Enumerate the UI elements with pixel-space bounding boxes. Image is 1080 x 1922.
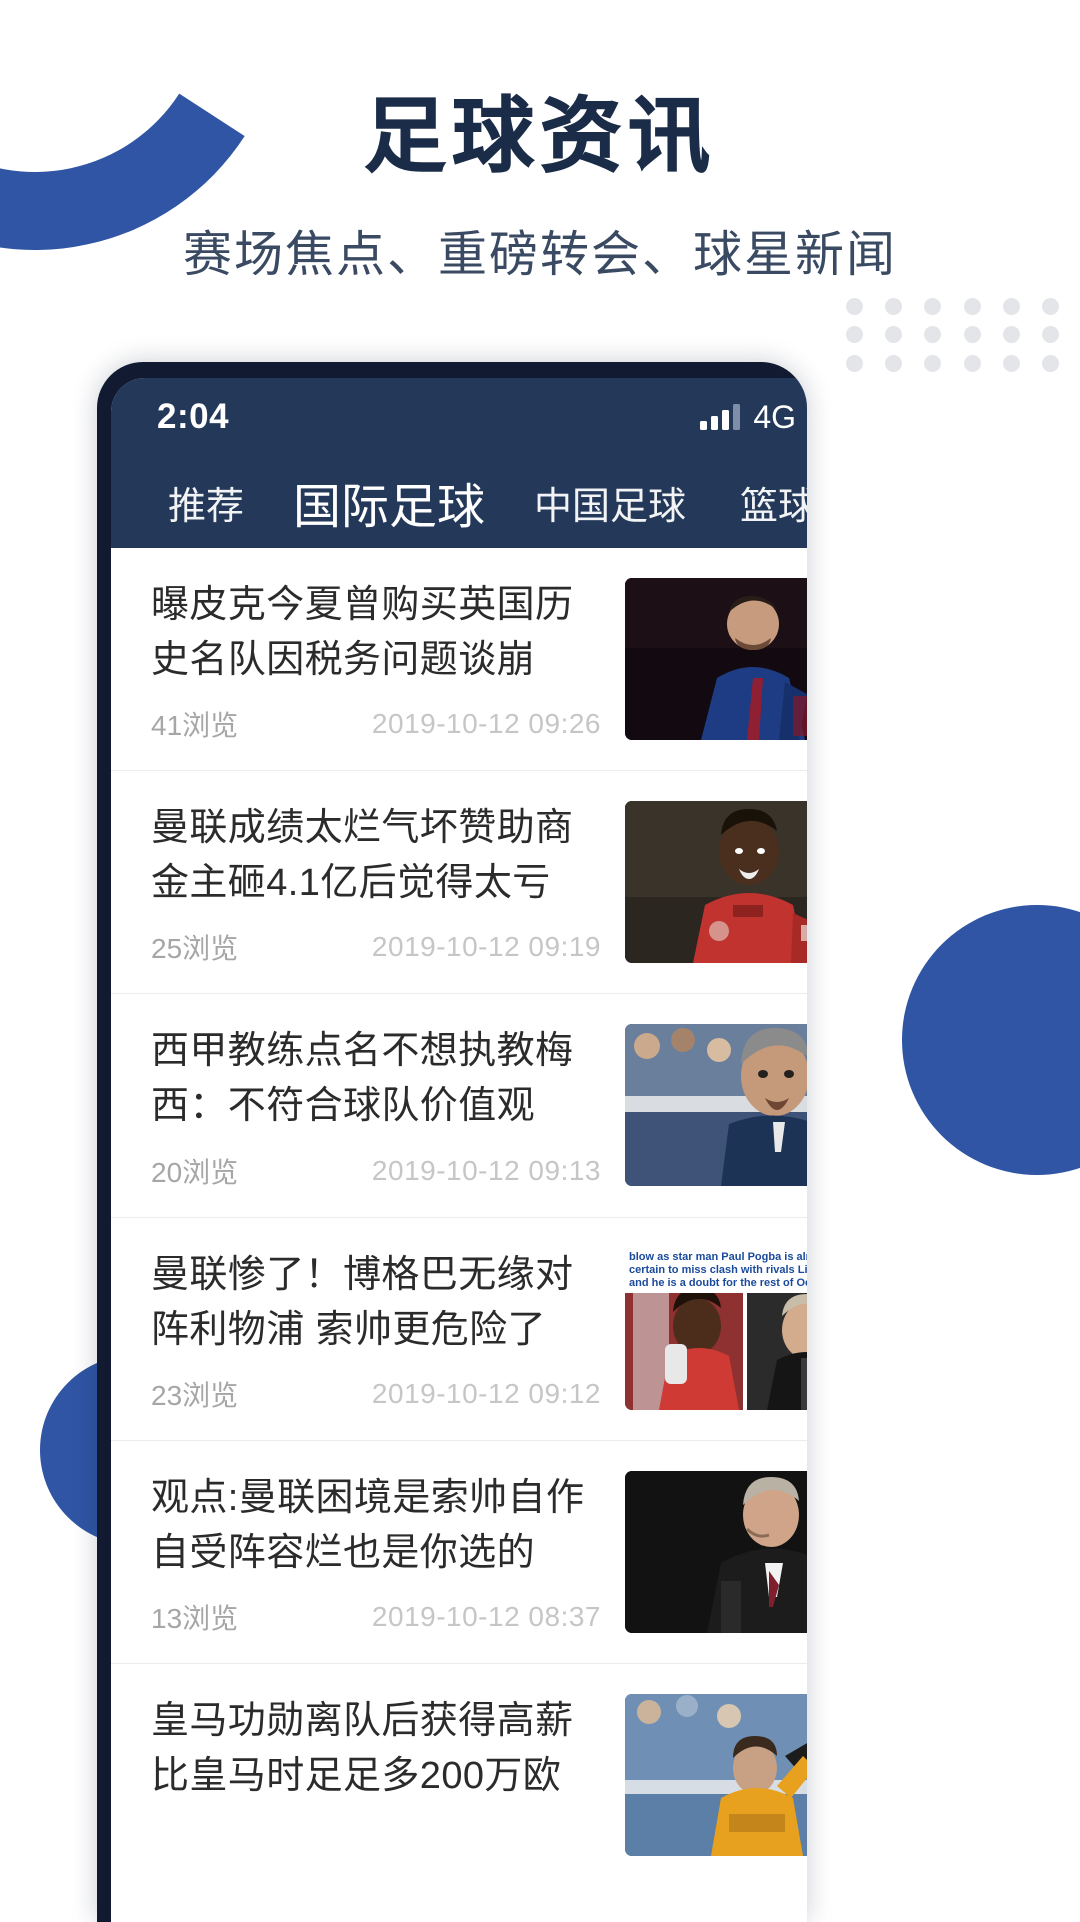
status-indicators: 4G bbox=[700, 399, 807, 436]
hero-section: 足球资讯 赛场焦点、重磅转会、球星新闻 bbox=[0, 0, 1080, 285]
news-text-block: 皇马功勋离队后获得高薪 比皇马时足足多200万欧 bbox=[151, 1694, 625, 1820]
news-views: 41浏览 bbox=[151, 710, 239, 742]
news-timestamp: 2019-10-12 09:12 bbox=[371, 1377, 601, 1409]
news-views: 25浏览 bbox=[151, 933, 239, 965]
news-thumbnail[interactable] bbox=[625, 578, 807, 740]
news-title: 西甲教练点名不想执教梅西：不符合球队价值观 bbox=[151, 1030, 574, 1128]
news-views: 20浏览 bbox=[151, 1156, 239, 1188]
news-meta: 23浏览 2019-10-12 09:12 bbox=[151, 1374, 607, 1414]
thumbnail-caption: blow as star man Paul Pogba is almost ce… bbox=[625, 1247, 807, 1293]
list-item[interactable]: 曝皮克今夏曾购买英国历史名队因税务问题谈崩 41浏览 2019-10-12 09… bbox=[111, 548, 807, 772]
page-title: 足球资讯 bbox=[363, 89, 716, 184]
list-item[interactable]: 观点:曼联困境是索帅自作自受阵容烂也是你选的 13浏览 2019-10-12 0… bbox=[111, 1441, 807, 1664]
news-thumbnail[interactable] bbox=[625, 1470, 807, 1633]
news-timestamp: 2019-10-12 09:13 bbox=[371, 1154, 601, 1186]
decorative-dot-grid bbox=[835, 292, 1070, 378]
news-timestamp: 2019-10-12 08:37 bbox=[371, 1600, 601, 1632]
news-meta: 41浏览 2019-10-12 09:26 bbox=[151, 704, 607, 744]
list-item[interactable]: 曼联惨了！博格巴无缘对阵利物浦 索帅更危险了 23浏览 2019-10-12 0… bbox=[111, 1218, 807, 1441]
news-thumbnail[interactable] bbox=[625, 801, 807, 964]
news-meta: 25浏览 2019-10-12 09:19 bbox=[151, 927, 607, 967]
tab-chinese-football[interactable]: 中国足球 bbox=[507, 475, 713, 530]
status-bar: 2:04 4G bbox=[111, 378, 807, 456]
news-text-block: 西甲教练点名不想执教梅西：不符合球队价值观 20浏览 2019-10-12 09… bbox=[151, 1024, 625, 1190]
signal-bars-icon bbox=[700, 404, 741, 430]
tab-recommend[interactable]: 推荐 bbox=[141, 475, 271, 530]
news-title: 曼联成绩太烂气坏赞助商 金主砸4.1亿后觉得太亏 bbox=[151, 807, 574, 905]
list-item[interactable]: 皇马功勋离队后获得高薪 比皇马时足足多200万欧 bbox=[111, 1664, 807, 1882]
list-item[interactable]: 曼联成绩太烂气坏赞助商 金主砸4.1亿后觉得太亏 25浏览 2019-10-12… bbox=[111, 771, 807, 995]
news-title: 皇马功勋离队后获得高薪 比皇马时足足多200万欧 bbox=[151, 1699, 574, 1798]
news-thumbnail[interactable] bbox=[625, 1693, 807, 1856]
tab-basketball[interactable]: 篮球 bbox=[713, 475, 807, 530]
news-thumbnail[interactable]: blow as star man Paul Pogba is almost ce… bbox=[625, 1247, 807, 1410]
news-text-block: 观点:曼联困境是索帅自作自受阵容烂也是你选的 13浏览 2019-10-12 0… bbox=[151, 1471, 625, 1637]
news-title: 曝皮克今夏曾购买英国历史名队因税务问题谈崩 bbox=[151, 584, 574, 682]
decorative-circle-right bbox=[902, 905, 1080, 1175]
news-thumbnail[interactable] bbox=[625, 1024, 807, 1187]
news-text-block: 曼联成绩太烂气坏赞助商 金主砸4.1亿后觉得太亏 25浏览 2019-10-12… bbox=[151, 801, 625, 967]
phone-screen: 2:04 4G 推荐 国际足球 中国足球 篮球 其它 曝皮克今夏曾购买英国历史名… bbox=[111, 378, 807, 1922]
news-meta: 13浏览 2019-10-12 08:37 bbox=[151, 1597, 607, 1637]
news-views: 23浏览 bbox=[151, 1379, 239, 1411]
news-title: 观点:曼联困境是索帅自作自受阵容烂也是你选的 bbox=[151, 1476, 585, 1574]
news-timestamp: 2019-10-12 09:26 bbox=[371, 708, 601, 740]
page-subtitle: 赛场焦点、重磅转会、球星新闻 bbox=[182, 228, 897, 282]
news-meta: 20浏览 2019-10-12 09:13 bbox=[151, 1151, 607, 1191]
news-timestamp: 2019-10-12 09:19 bbox=[371, 931, 601, 963]
news-text-block: 曝皮克今夏曾购买英国历史名队因税务问题谈崩 41浏览 2019-10-12 09… bbox=[151, 578, 625, 744]
network-type-label: 4G bbox=[753, 398, 796, 435]
list-item[interactable]: 西甲教练点名不想执教梅西：不符合球队价值观 20浏览 2019-10-12 09… bbox=[111, 994, 807, 1218]
news-list: 曝皮克今夏曾购买英国历史名队因税务问题谈崩 41浏览 2019-10-12 09… bbox=[111, 548, 807, 1882]
tab-international-football[interactable]: 国际足球 bbox=[271, 467, 507, 537]
news-views: 13浏览 bbox=[151, 1602, 239, 1634]
phone-mockup: 2:04 4G 推荐 国际足球 中国足球 篮球 其它 曝皮克今夏曾购买英国历史名… bbox=[97, 362, 807, 1922]
status-time: 2:04 bbox=[157, 397, 230, 436]
category-tab-bar[interactable]: 推荐 国际足球 中国足球 篮球 其它 bbox=[111, 456, 807, 548]
news-title: 曼联惨了！博格巴无缘对阵利物浦 索帅更危险了 bbox=[151, 1253, 574, 1351]
news-text-block: 曼联惨了！博格巴无缘对阵利物浦 索帅更危险了 23浏览 2019-10-12 0… bbox=[151, 1248, 625, 1414]
